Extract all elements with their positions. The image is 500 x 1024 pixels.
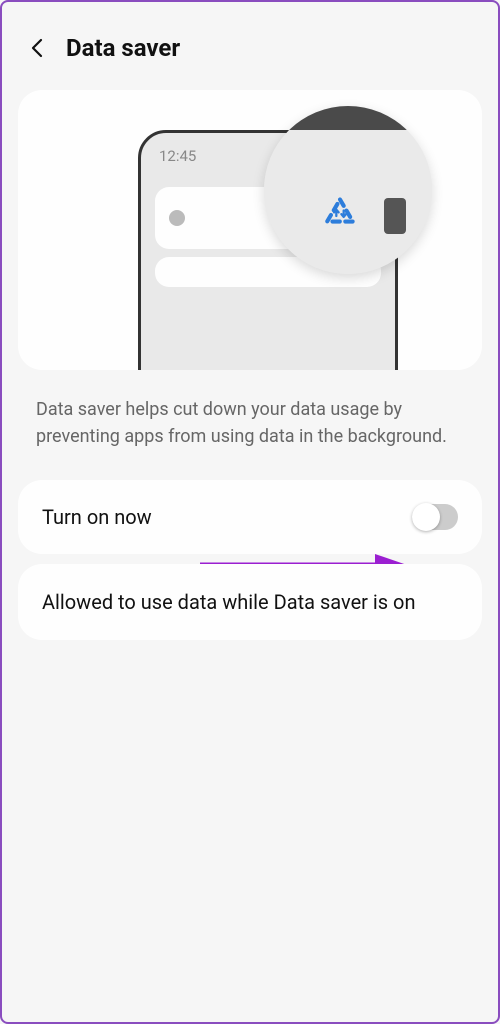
- zoom-inset: [264, 106, 432, 274]
- toggle-knob: [412, 503, 440, 531]
- battery-icon: [384, 198, 406, 234]
- phone-card-dot: [169, 210, 185, 226]
- allowed-row[interactable]: Allowed to use data while Data saver is …: [18, 564, 482, 640]
- illustration-card: 12:45: [18, 90, 482, 370]
- description-text: Data saver helps cut down your data usag…: [2, 370, 498, 470]
- back-icon[interactable]: [26, 36, 50, 60]
- turn-on-toggle[interactable]: [412, 504, 458, 530]
- phone-time: 12:45: [159, 147, 196, 165]
- data-saver-icon: [318, 194, 362, 238]
- turn-on-label: Turn on now: [42, 505, 152, 529]
- allowed-label: Allowed to use data while Data saver is …: [42, 588, 416, 616]
- header: Data saver: [2, 2, 498, 82]
- page-title: Data saver: [66, 34, 180, 62]
- turn-on-row[interactable]: Turn on now: [18, 480, 482, 554]
